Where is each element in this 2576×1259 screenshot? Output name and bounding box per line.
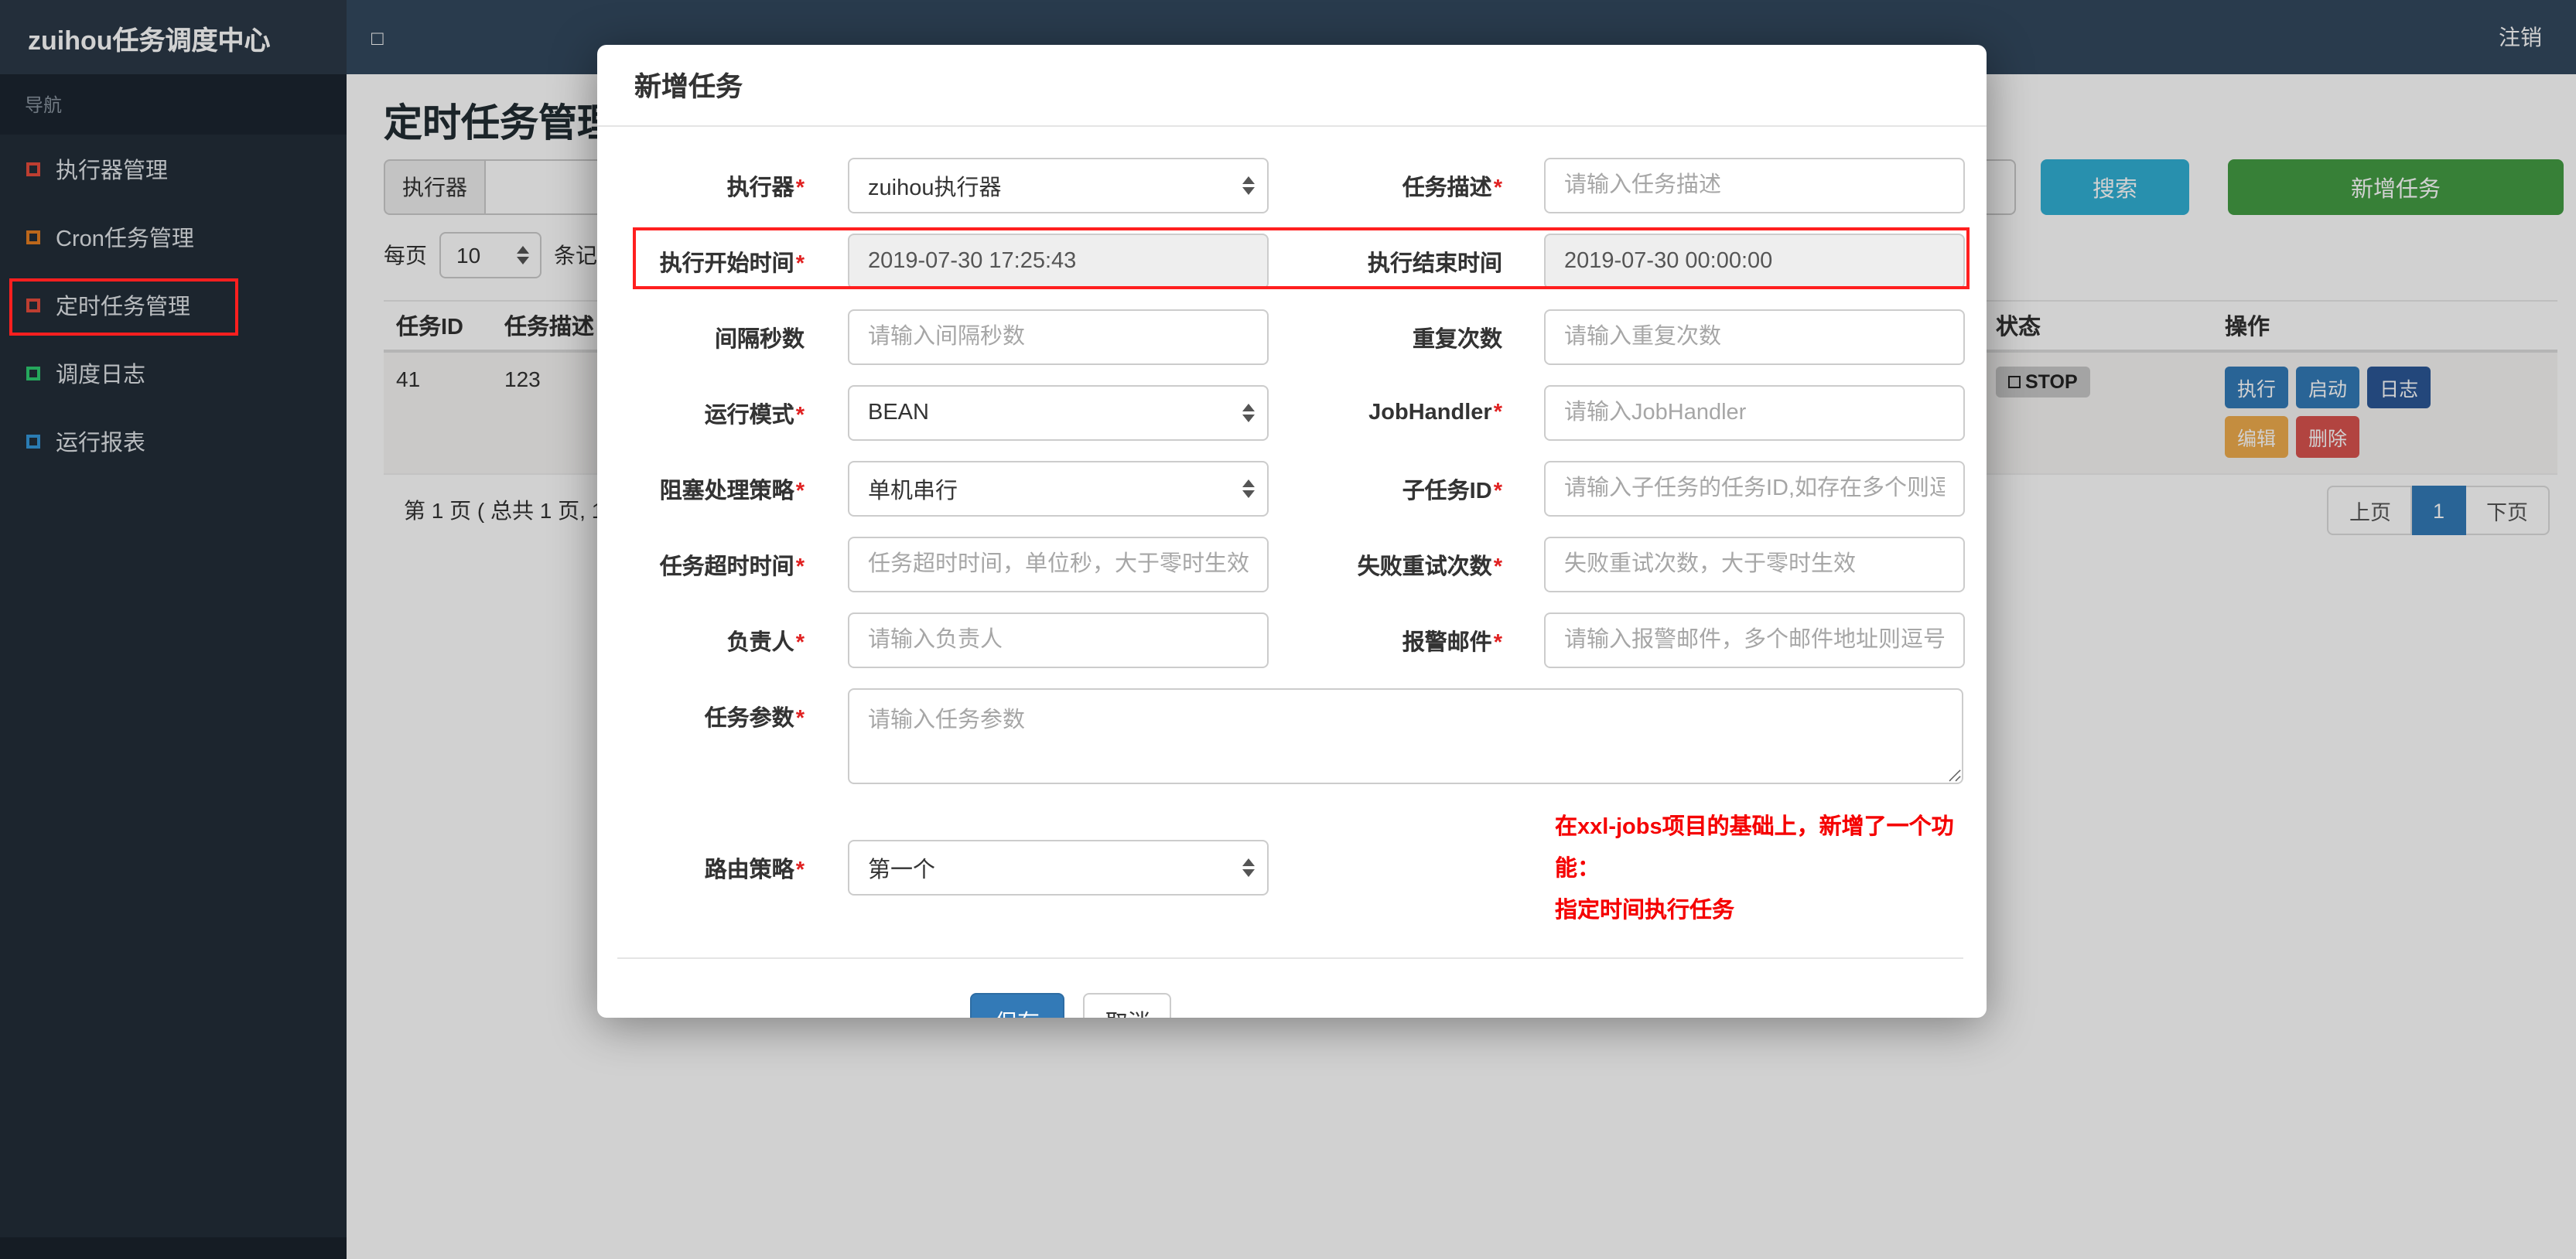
form-row-job-param: 任务参数 * [597, 688, 1987, 784]
block-strategy-select[interactable]: 单机串行 [848, 461, 1269, 517]
executor-select[interactable]: zuihou执行器 [848, 158, 1269, 213]
required-asterisk: * [795, 707, 805, 732]
start-time-label: 执行开始时间 * [659, 251, 805, 276]
required-asterisk: * [1493, 401, 1502, 425]
cancel-button[interactable]: 取消 [1083, 993, 1172, 1018]
select-arrows-icon [1242, 858, 1255, 878]
select-arrows-icon [1242, 176, 1255, 195]
required-asterisk: * [795, 630, 805, 655]
required-asterisk: * [1493, 630, 1502, 655]
child-job-label: 子任务ID * [1402, 479, 1502, 503]
timeout-label: 任务超时时间 * [659, 554, 805, 579]
job-param-textarea[interactable] [848, 688, 1963, 784]
required-asterisk: * [795, 479, 805, 503]
form-row-timeout: 任务超时时间* 失败重试次数* [597, 537, 1987, 592]
owner-label: 负责人 * [726, 630, 805, 655]
required-asterisk: * [1493, 176, 1502, 200]
select-value: zuihou执行器 [868, 176, 1002, 200]
block-strategy-label: 阻塞处理策略 * [659, 479, 805, 503]
repeat-input[interactable] [1544, 309, 1965, 365]
add-task-modal: 新增任务 执行器* zuihou执行器 任务描述* 执行开始时间* 执行结束时间… [597, 45, 1987, 1018]
alarm-email-input[interactable] [1544, 612, 1965, 668]
interval-input[interactable] [848, 309, 1269, 365]
select-value: 第一个 [868, 858, 935, 883]
interval-label: 间隔秒数 [715, 327, 805, 352]
select-arrows-icon [1242, 479, 1255, 498]
owner-input[interactable] [848, 612, 1269, 668]
route-strategy-select[interactable]: 第一个 [848, 840, 1269, 896]
repeat-label: 重复次数 [1413, 327, 1502, 352]
form-row-run-mode: 运行模式 * BEAN JobHandler * [597, 385, 1987, 441]
retry-label: 失败重试次数 * [1357, 554, 1502, 579]
required-asterisk: * [795, 251, 805, 276]
modal-footer: 保存 取消 [617, 957, 1963, 1018]
job-param-label: 任务参数 * [704, 707, 805, 732]
form-row-block-strategy: 阻塞处理策略 * 单机串行 子任务ID * [597, 461, 1987, 517]
save-button[interactable]: 保存 [970, 993, 1064, 1018]
feature-note-line2: 指定时间执行任务 [1555, 898, 1734, 923]
form-row-executor: 执行器 * zuihou执行器 任务描述 * [597, 158, 1987, 213]
required-asterisk: * [795, 176, 805, 200]
start-time-input[interactable] [848, 234, 1269, 289]
retry-input[interactable] [1544, 537, 1965, 592]
run-mode-select[interactable]: BEAN [848, 385, 1269, 441]
required-asterisk: * [795, 858, 805, 883]
job-desc-label: 任务描述 * [1402, 176, 1502, 200]
form-row-owner: 负责人* 报警邮件* [597, 612, 1987, 668]
feature-note: 在xxl-jobs项目的基础上，新增了一个功能： 指定时间执行任务 [1555, 807, 1987, 932]
form-row-interval: 间隔秒数 重复次数 [597, 309, 1987, 365]
select-arrows-icon [1242, 404, 1255, 422]
select-value: 单机串行 [868, 479, 958, 503]
job-desc-input[interactable] [1544, 158, 1965, 213]
job-handler-label: JobHandler * [1368, 401, 1502, 425]
job-handler-input[interactable] [1544, 385, 1965, 441]
modal-title: 新增任务 [597, 45, 1987, 127]
app: zuihou任务调度中心 □ 注销 导航 执行器管理 Cron任务管理 定时任务… [0, 0, 2576, 1259]
alarm-email-label: 报警邮件 * [1402, 630, 1502, 655]
required-asterisk: * [795, 403, 805, 428]
required-asterisk: * [1493, 554, 1502, 579]
route-strategy-label: 路由策略 * [704, 858, 805, 883]
required-asterisk: * [1493, 479, 1502, 503]
form-row-route-strategy: 路由策略 * 第一个 在xxl-jobs项目的基础上，新增了一个功能： 指定时间执… [597, 804, 1987, 932]
end-time-input[interactable] [1544, 234, 1965, 289]
required-asterisk: * [795, 554, 805, 579]
run-mode-label: 运行模式 * [704, 403, 805, 428]
end-time-label: 执行结束时间 [1368, 251, 1502, 276]
feature-note-line1: 在xxl-jobs项目的基础上，新增了一个功能： [1555, 815, 1954, 882]
select-value: BEAN [868, 401, 929, 425]
modal-body: 执行器* zuihou执行器 任务描述* 执行开始时间* 执行结束时间 间隔秒数… [597, 127, 1987, 932]
form-row-exec-time: 执行开始时间* 执行结束时间 [597, 234, 1987, 289]
child-job-input[interactable] [1544, 461, 1965, 517]
executor-label: 执行器 * [726, 176, 805, 200]
timeout-input[interactable] [848, 537, 1269, 592]
